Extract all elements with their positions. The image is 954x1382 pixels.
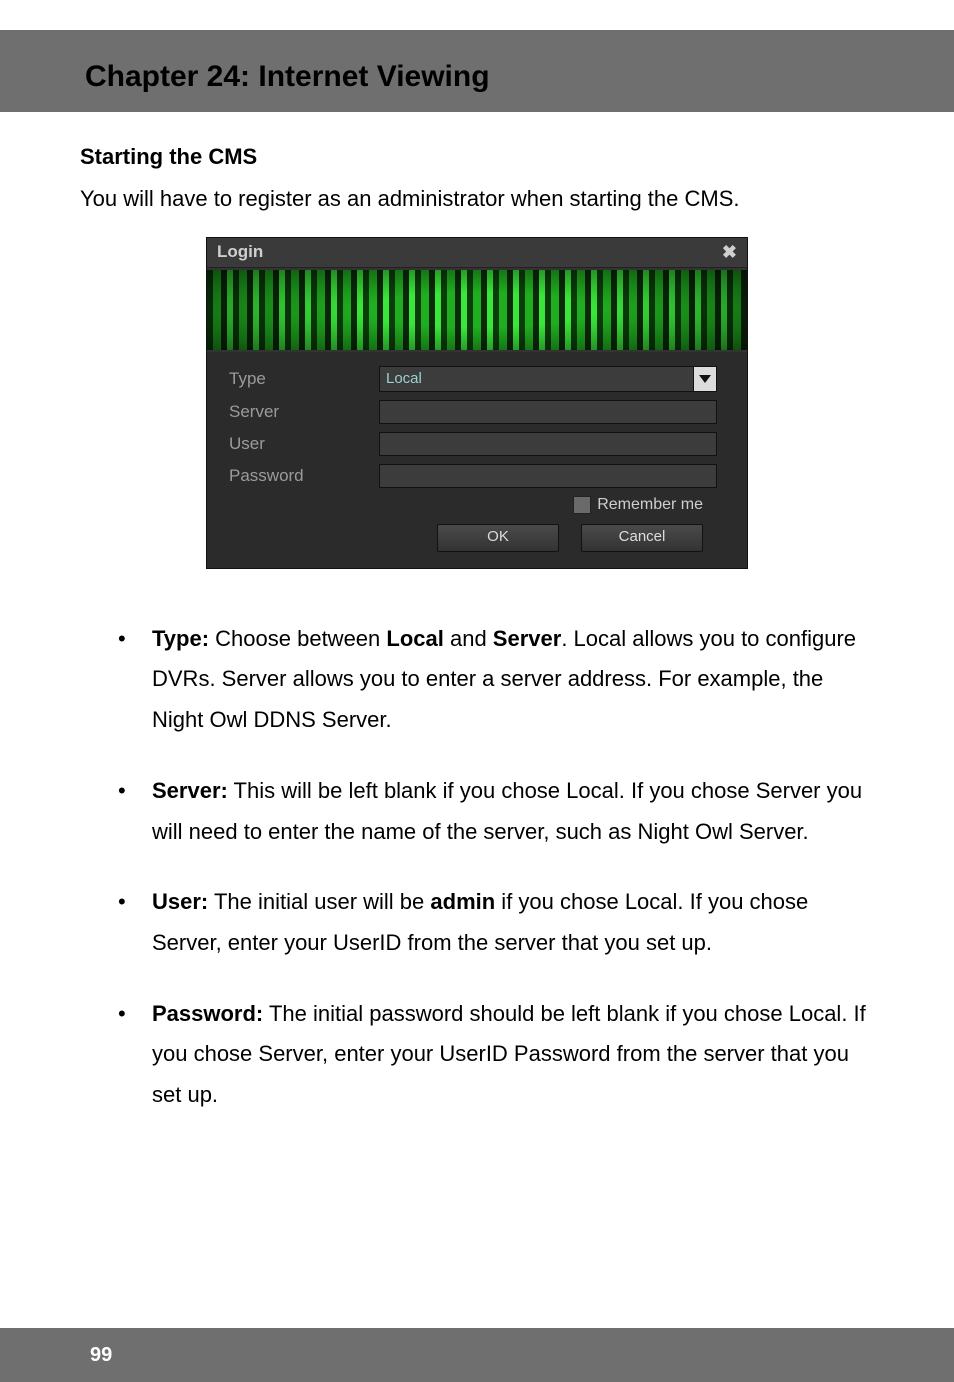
login-dialog-title: Login [217, 242, 263, 262]
bullet-server: Server: This will be left blank if you c… [118, 771, 874, 852]
bullet-user-t1: The initial user will be [208, 889, 430, 914]
row-server: Server [229, 400, 725, 424]
bullet-password: Password: The initial password should be… [118, 994, 874, 1116]
login-form: Type Local Server [207, 352, 747, 568]
bullet-password-lead: Password: [152, 1001, 263, 1026]
bullet-type-b2: Server [493, 626, 562, 651]
type-select[interactable]: Local [379, 366, 717, 392]
dialog-button-row: OK Cancel [229, 524, 725, 552]
ok-button[interactable]: OK [437, 524, 559, 552]
label-user: User [229, 434, 379, 454]
remember-row: Remember me [229, 496, 725, 514]
label-type: Type [229, 369, 379, 389]
chapter-title: Chapter 24: Internet Viewing [30, 60, 924, 94]
label-password: Password [229, 466, 379, 486]
bullet-type-lead: Type: [152, 626, 209, 651]
login-titlebar: Login ✖ [207, 238, 747, 268]
cancel-button[interactable]: Cancel [581, 524, 703, 552]
description-list: Type: Choose between Local and Server. L… [80, 619, 874, 1116]
server-input[interactable] [379, 400, 717, 424]
bullet-user-lead: User: [152, 889, 208, 914]
bullet-server-t1: This will be left blank if you chose Loc… [152, 778, 862, 844]
login-dialog: Login ✖ Type Local [206, 237, 748, 569]
content-area: Starting the CMS You will have to regist… [0, 112, 954, 1116]
bullet-server-lead: Server: [152, 778, 228, 803]
password-input[interactable] [379, 464, 717, 488]
row-type: Type Local [229, 366, 725, 392]
document-page: Chapter 24: Internet Viewing Starting th… [0, 30, 954, 1382]
page-number: 99 [0, 1344, 112, 1367]
close-icon[interactable]: ✖ [722, 242, 737, 263]
bullet-user: User: The initial user will be admin if … [118, 882, 874, 963]
row-user: User [229, 432, 725, 456]
intro-text: You will have to register as an administ… [80, 184, 874, 215]
chevron-down-icon[interactable] [693, 366, 717, 392]
section-heading: Starting the CMS [80, 144, 874, 170]
footer-bar: 99 [0, 1328, 954, 1382]
remember-checkbox[interactable] [573, 496, 591, 514]
bullet-type-t2: and [444, 626, 493, 651]
type-select-value: Local [379, 366, 717, 392]
remember-label: Remember me [597, 496, 703, 514]
bullet-type: Type: Choose between Local and Server. L… [118, 619, 874, 741]
row-password: Password [229, 464, 725, 488]
user-input[interactable] [379, 432, 717, 456]
bullet-type-b1: Local [386, 626, 443, 651]
bullet-type-t1: Choose between [209, 626, 386, 651]
chapter-header-bar: Chapter 24: Internet Viewing [0, 30, 954, 112]
label-server: Server [229, 402, 379, 422]
login-banner-graphic [207, 268, 747, 352]
bullet-user-b1: admin [430, 889, 495, 914]
